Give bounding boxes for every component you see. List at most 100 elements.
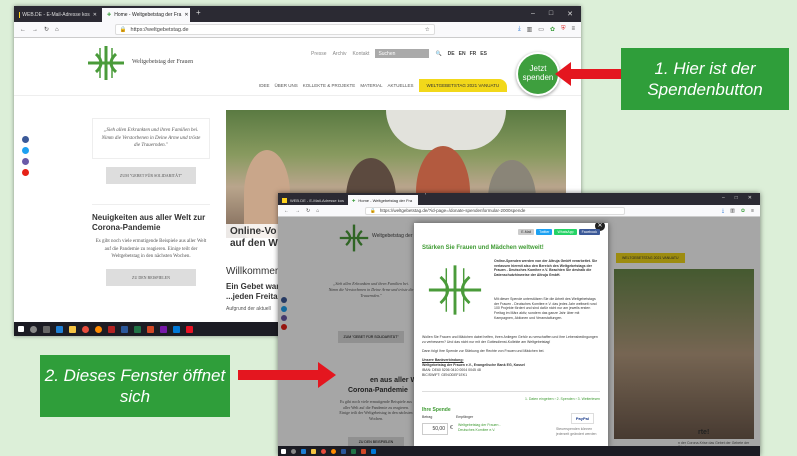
tab-webde[interactable]: WEB.DE - E-Mail-Adresse kos ✕ bbox=[14, 8, 102, 22]
link-archiv[interactable]: Archiv bbox=[333, 51, 347, 57]
link-presse[interactable]: Presse bbox=[311, 51, 327, 57]
search-icon[interactable] bbox=[30, 325, 37, 333]
download-icon[interactable]: ⤓ bbox=[722, 208, 724, 214]
home-icon[interactable]: ⌂ bbox=[55, 27, 59, 33]
lang-fr[interactable]: FR bbox=[470, 51, 477, 57]
instagram-icon[interactable] bbox=[22, 158, 29, 165]
tab-weltgebetstag[interactable]: ✚ Home - Weltgebetstag der Fra ✕ bbox=[102, 8, 190, 22]
nav-ueber-uns[interactable]: ÜBER UNS bbox=[275, 83, 298, 88]
nav-kollekte[interactable]: KOLLEKTE & PROJEKTE bbox=[303, 83, 356, 88]
app-icon[interactable] bbox=[361, 448, 366, 454]
nav-weltgebetstag-2021[interactable]: WELTGEBETSTAG 2021 VANUATU bbox=[418, 79, 508, 92]
home-icon[interactable]: ⌂ bbox=[316, 208, 319, 214]
app-icon[interactable] bbox=[160, 325, 167, 333]
share-whatsapp-button[interactable]: WhatsApp bbox=[554, 229, 577, 235]
forward-icon[interactable]: → bbox=[32, 27, 38, 33]
app-icon[interactable] bbox=[186, 325, 193, 333]
chrome-icon[interactable] bbox=[321, 448, 326, 454]
nav-material[interactable]: MATERIAL bbox=[360, 83, 382, 88]
address-bar[interactable]: 🔒 https://weltgebetstag.de/?id-page=/don… bbox=[365, 206, 626, 215]
chrome-icon[interactable] bbox=[82, 325, 89, 333]
app-icon[interactable] bbox=[371, 448, 376, 454]
forward-icon[interactable]: → bbox=[295, 208, 300, 214]
maximize-icon[interactable]: □ bbox=[735, 195, 738, 201]
explorer-icon[interactable] bbox=[311, 448, 316, 454]
minimize-icon[interactable]: – bbox=[722, 195, 725, 201]
back-icon[interactable]: ← bbox=[284, 208, 289, 214]
library-icon[interactable]: ▥ bbox=[527, 26, 533, 33]
app-icon[interactable] bbox=[351, 448, 356, 454]
nav-aktuelles[interactable]: AKTUELLES bbox=[387, 83, 413, 88]
explorer-icon[interactable] bbox=[69, 325, 76, 333]
main-nav: IDEE ÜBER UNS KOLLEKTE & PROJEKTE MATERI… bbox=[259, 79, 508, 92]
share-buttons: E-Mail Twitter WhatsApp Facebook bbox=[518, 229, 600, 235]
donate-button[interactable]: Jetzt spenden bbox=[516, 52, 560, 96]
divider bbox=[422, 391, 600, 392]
close-window-icon[interactable]: ✕ bbox=[567, 10, 573, 18]
nav-idee[interactable]: IDEE bbox=[259, 83, 270, 88]
lang-de[interactable]: DE bbox=[448, 51, 455, 57]
overlay-line: Online-Vo bbox=[230, 226, 277, 237]
youtube-icon[interactable] bbox=[22, 169, 29, 176]
tab-weltgebetstag[interactable]: ✚ Home - Weltgebetstag der Fra bbox=[348, 195, 418, 205]
lang-en[interactable]: EN bbox=[459, 51, 466, 57]
app-icon[interactable] bbox=[134, 325, 141, 333]
search-input[interactable]: Suchen bbox=[375, 49, 430, 58]
search-icon[interactable] bbox=[291, 448, 296, 454]
lock-icon: 🔒 bbox=[370, 207, 376, 213]
app-icon[interactable] bbox=[121, 325, 128, 333]
bank-iban: IBAN: DE60 5206 0410 0004 0045 48 bbox=[422, 368, 481, 372]
close-icon[interactable]: ✕ bbox=[184, 12, 188, 18]
maximize-icon[interactable]: □ bbox=[549, 10, 553, 18]
reload-icon[interactable]: ↻ bbox=[306, 208, 310, 214]
reload-icon[interactable]: ↻ bbox=[44, 26, 49, 33]
firefox-icon[interactable] bbox=[331, 448, 336, 454]
sidebar-icon[interactable]: ▭ bbox=[538, 26, 544, 33]
app-icon[interactable] bbox=[341, 448, 346, 454]
recipient-select[interactable]: Weltgebetstag der Frauen - Deutsches Kom… bbox=[458, 423, 512, 432]
paypal-button[interactable]: PayPal bbox=[570, 413, 594, 424]
search-icon[interactable]: 🔍 bbox=[435, 51, 441, 57]
window-controls: – □ ✕ bbox=[523, 10, 581, 22]
facebook-icon[interactable] bbox=[22, 136, 29, 143]
app-icon[interactable] bbox=[173, 325, 180, 333]
callout-window-opens: 2. Dieses Fenster öffnet sich bbox=[40, 355, 230, 417]
download-icon[interactable]: ⤓ bbox=[518, 26, 521, 33]
minimize-icon[interactable]: – bbox=[531, 10, 535, 18]
extension-icon[interactable]: ✿ bbox=[550, 26, 555, 33]
firefox-icon[interactable] bbox=[95, 325, 102, 333]
close-window-icon[interactable]: ✕ bbox=[748, 195, 752, 201]
taskview-icon[interactable] bbox=[43, 325, 50, 333]
solidarity-prayer-button[interactable]: ZUM "GEBET FÜR SOLIDARITÄT" bbox=[106, 166, 196, 184]
edge-icon[interactable] bbox=[301, 448, 306, 454]
share-twitter-button[interactable]: Twitter bbox=[536, 229, 553, 235]
amount-input[interactable]: 50,00 bbox=[422, 423, 448, 435]
windows-start-icon[interactable] bbox=[281, 448, 286, 454]
logo-icon[interactable] bbox=[86, 44, 126, 82]
address-bar[interactable]: 🔒 https://weltgebetstag.de ☆ bbox=[114, 24, 435, 35]
new-tab-button[interactable]: + bbox=[190, 8, 207, 22]
shield-icon[interactable]: ⛨ bbox=[561, 26, 566, 33]
share-email-button[interactable]: E-Mail bbox=[518, 229, 535, 235]
close-icon[interactable]: ✕ bbox=[93, 12, 97, 18]
link-kontakt[interactable]: Kontakt bbox=[352, 51, 369, 57]
back-icon[interactable]: ← bbox=[20, 27, 26, 33]
menu-icon[interactable]: ≡ bbox=[571, 26, 575, 33]
twitter-icon[interactable] bbox=[22, 147, 29, 154]
extension-icon[interactable]: ✿ bbox=[741, 208, 745, 214]
share-facebook-button[interactable]: Facebook bbox=[578, 229, 600, 235]
bank-name: Weltgebetstag der Frauen e.V., Evangelis… bbox=[422, 363, 525, 367]
library-icon[interactable]: ▥ bbox=[730, 208, 735, 214]
edge-icon[interactable] bbox=[56, 325, 63, 333]
new-tab-button[interactable]: + bbox=[418, 193, 434, 205]
tab-webde[interactable]: WEB.DE - E-Mail-Adresse kos bbox=[278, 195, 348, 205]
tab-label: WEB.DE - E-Mail-Adresse kos bbox=[22, 12, 90, 18]
app-icon[interactable] bbox=[147, 325, 154, 333]
windows-start-icon[interactable] bbox=[18, 326, 24, 332]
bookmark-star-icon[interactable]: ☆ bbox=[425, 27, 430, 33]
menu-icon[interactable]: ≡ bbox=[751, 208, 754, 214]
lang-es[interactable]: ES bbox=[480, 51, 487, 57]
app-icon[interactable] bbox=[108, 325, 115, 333]
news-text: Es gibt noch viele ermutigende Beispiele… bbox=[95, 239, 207, 260]
examples-button[interactable]: ZU DEN BEISPIELEN bbox=[106, 268, 196, 286]
